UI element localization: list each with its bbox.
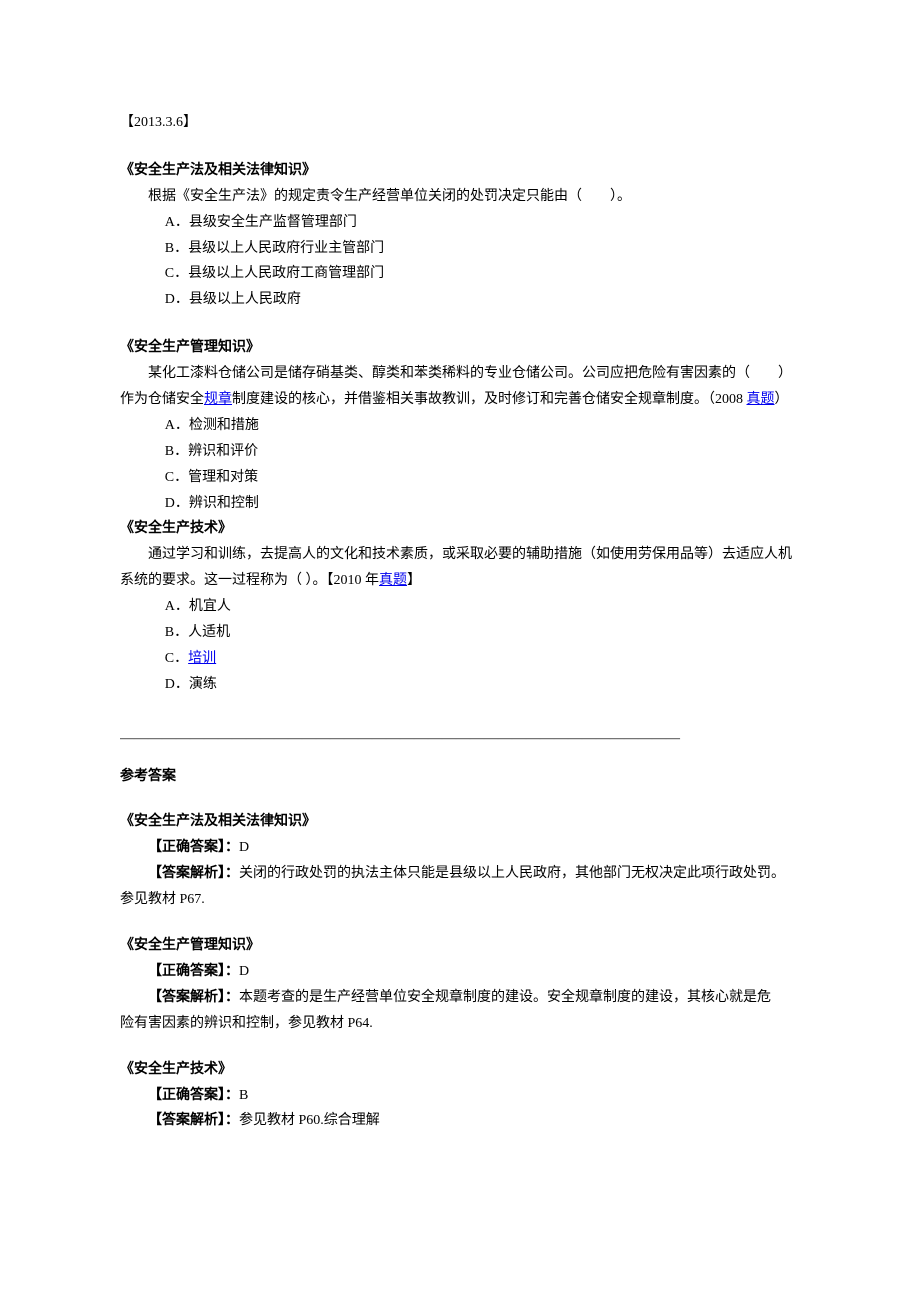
q3-option-b: B．人适机 <box>120 620 800 646</box>
q1-option-d: D．县级以上人民政府 <box>120 287 800 313</box>
a3-title: 《安全生产技术》 <box>120 1057 800 1083</box>
answer-block-2: 《安全生产管理知识》 【正确答案】：D 【答案解析】：本题考查的是生产经营单位安… <box>120 933 800 1037</box>
a2-analysis-line2: 险有害因素的辨识和控制，参见教材 P64. <box>120 1011 800 1037</box>
a1-analysis-line1: 【答案解析】：关闭的行政处罚的执法主体只能是县级以上人民政府，其他部门无权决定此… <box>120 861 800 887</box>
q2-option-a: A．检测和措施 <box>120 413 800 439</box>
a2-analysis-text-a: 本题考查的是生产经营单位安全规章制度的建设。安全规章制度的建设，其核心就是危 <box>239 990 771 1005</box>
q2-option-d: D．辨识和控制 <box>120 491 800 517</box>
q2-stem-part-c: ） <box>775 392 789 407</box>
date-tag: 【2013.3.6】 <box>120 110 800 136</box>
q1-option-c: C．县级以上人民政府工商管理部门 <box>120 261 800 287</box>
q3-option-a: A．机宜人 <box>120 594 800 620</box>
a1-correct-label: 【正确答案】： <box>148 840 239 855</box>
a1-correct: 【正确答案】：D <box>120 835 800 861</box>
a3-analysis-text: 参见教材 P60.综合理解 <box>239 1113 380 1128</box>
q2-link-zhenti[interactable]: 真题 <box>747 392 775 407</box>
a3-correct-label: 【正确答案】： <box>148 1088 239 1103</box>
a1-analysis-label: 【答案解析】： <box>148 866 239 881</box>
a1-analysis-text-a: 关闭的行政处罚的执法主体只能是县级以上人民政府，其他部门无权决定此项行政处罚。 <box>239 866 785 881</box>
a2-correct-label: 【正确答案】： <box>148 964 239 979</box>
q3-option-c: C．培训 <box>120 646 800 672</box>
q3-option-c-link-peixun[interactable]: 培训 <box>188 651 216 666</box>
a2-correct: 【正确答案】：D <box>120 959 800 985</box>
q1-option-b: B．县级以上人民政府行业主管部门 <box>120 236 800 262</box>
q2-stem: 某化工漆料仓储公司是储存硝基类、醇类和苯类稀料的专业仓储公司。公司应把危险有害因… <box>120 361 800 413</box>
a3-analysis-label: 【答案解析】： <box>148 1113 239 1128</box>
q2-title: 《安全生产管理知识》 <box>120 335 800 361</box>
divider-line: ———————————————————————————————————————— <box>120 726 800 752</box>
q3-stem-part-a: 通过学习和训练，去提高人的文化和技术素质，或采取必要的辅助措施（如使用劳保用品等… <box>120 547 792 588</box>
a3-correct: 【正确答案】：B <box>120 1083 800 1109</box>
a3-correct-value: B <box>239 1088 248 1103</box>
a1-title: 《安全生产法及相关法律知识》 <box>120 809 800 835</box>
q1-title: 《安全生产法及相关法律知识》 <box>120 158 800 184</box>
a1-correct-value: D <box>239 840 249 855</box>
q3-title: 《安全生产技术》 <box>120 516 800 542</box>
q3-stem: 通过学习和训练，去提高人的文化和技术素质，或采取必要的辅助措施（如使用劳保用品等… <box>120 542 800 594</box>
q3-option-d: D．演练 <box>120 672 800 698</box>
a1-analysis-line2: 参见教材 P67. <box>120 887 800 913</box>
q1-stem: 根据《安全生产法》的规定责令生产经营单位关闭的处罚决定只能由（ ）。 <box>120 184 800 210</box>
answers-heading: 参考答案 <box>120 764 800 790</box>
q2-option-c: C．管理和对策 <box>120 465 800 491</box>
q1-option-a: A．县级安全生产监督管理部门 <box>120 210 800 236</box>
a3-analysis: 【答案解析】：参见教材 P60.综合理解 <box>120 1108 800 1134</box>
a2-analysis-label: 【答案解析】： <box>148 990 239 1005</box>
a2-analysis-line1: 【答案解析】：本题考查的是生产经营单位安全规章制度的建设。安全规章制度的建设，其… <box>120 985 800 1011</box>
q3-link-zhenti[interactable]: 真题 <box>379 573 407 588</box>
q2-link-guizhang[interactable]: 规章 <box>204 392 232 407</box>
q2-stem-part-b: 制度建设的核心，并借鉴相关事故教训，及时修订和完善仓储安全规章制度。（2008 <box>232 392 747 407</box>
answer-block-1: 《安全生产法及相关法律知识》 【正确答案】：D 【答案解析】：关闭的行政处罚的执… <box>120 809 800 913</box>
q3-stem-part-b: 】 <box>407 573 421 588</box>
q2-option-b: B．辨识和评价 <box>120 439 800 465</box>
document-page: 【2013.3.6】 《安全生产法及相关法律知识》 根据《安全生产法》的规定责令… <box>0 0 920 1214</box>
a2-correct-value: D <box>239 964 249 979</box>
q3-option-c-prefix: C． <box>165 651 188 666</box>
a2-title: 《安全生产管理知识》 <box>120 933 800 959</box>
answer-block-3: 《安全生产技术》 【正确答案】：B 【答案解析】：参见教材 P60.综合理解 <box>120 1057 800 1135</box>
